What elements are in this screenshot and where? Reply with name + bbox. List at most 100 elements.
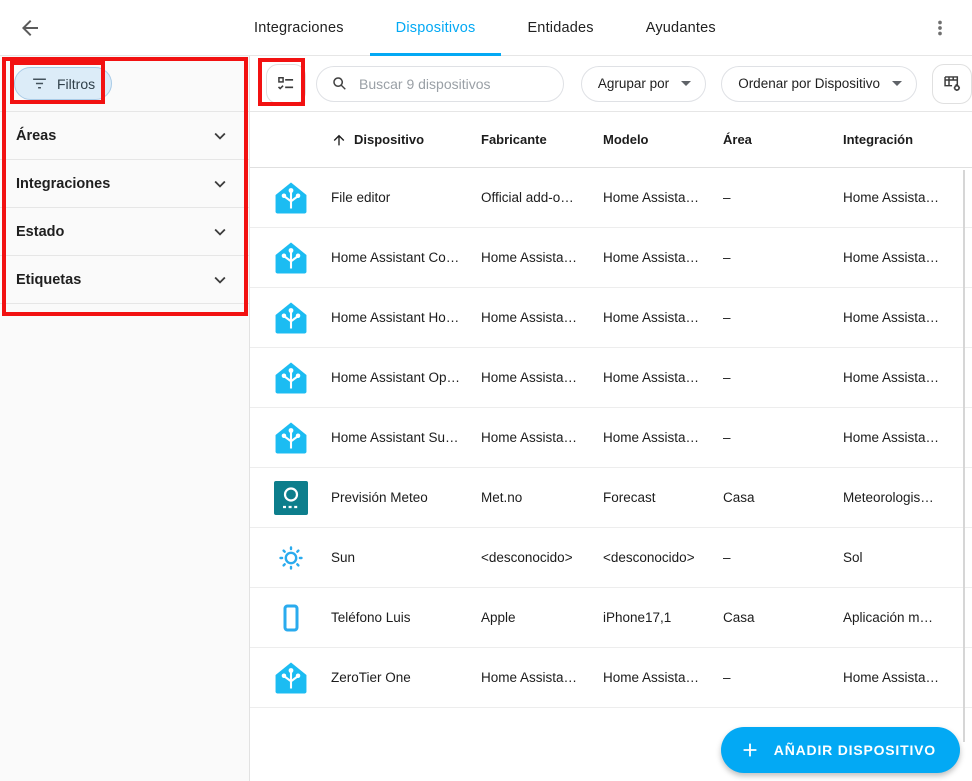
sidebar-section-integraciones[interactable]: Integraciones bbox=[0, 160, 249, 208]
toggle-filters-button[interactable] bbox=[266, 64, 306, 104]
sort-by-button[interactable]: Ordenar por Dispositivo bbox=[721, 66, 917, 102]
chevron-down-icon bbox=[209, 269, 231, 291]
filters-row: Filtros bbox=[0, 56, 249, 112]
sort-ascending-arrow-icon bbox=[331, 132, 347, 148]
device-integration: Meteorologis… bbox=[843, 490, 972, 505]
tab-dispositivos[interactable]: Dispositivos bbox=[370, 0, 502, 56]
device-manufacturer: Apple bbox=[481, 610, 603, 625]
section-label: Integraciones bbox=[16, 176, 110, 192]
device-manufacturer: Home Assista… bbox=[481, 310, 603, 325]
device-model: Home Assista… bbox=[603, 250, 723, 265]
device-integration: Home Assista… bbox=[843, 250, 972, 265]
dropdown-caret-icon bbox=[892, 81, 902, 86]
table-row[interactable]: File editor Official add-o… Home Assista… bbox=[250, 168, 972, 228]
search-icon bbox=[331, 75, 349, 93]
device-model: Forecast bbox=[603, 490, 723, 505]
device-manufacturer: Official add-o… bbox=[481, 190, 603, 205]
section-label: Etiquetas bbox=[16, 272, 81, 288]
device-area: – bbox=[723, 430, 843, 445]
overflow-menu-icon[interactable] bbox=[926, 14, 954, 42]
search-input[interactable] bbox=[359, 76, 551, 92]
device-integration: Home Assista… bbox=[843, 310, 972, 325]
list-checks-icon bbox=[276, 74, 296, 94]
table-row[interactable]: Previsión Meteo Met.no Forecast Casa Met… bbox=[250, 468, 972, 528]
device-model: Home Assista… bbox=[603, 670, 723, 685]
device-manufacturer: Home Assista… bbox=[481, 670, 603, 685]
column-header-dispositivo[interactable]: Dispositivo bbox=[331, 132, 481, 148]
device-name: File editor bbox=[331, 190, 481, 205]
home-assistant-icon bbox=[273, 180, 309, 216]
device-model: Home Assista… bbox=[603, 430, 723, 445]
tab-entidades[interactable]: Entidades bbox=[501, 0, 619, 56]
device-model: <desconocido> bbox=[603, 550, 723, 565]
device-integration: Home Assista… bbox=[843, 670, 972, 685]
column-header-fabricante[interactable]: Fabricante bbox=[481, 132, 603, 147]
device-name: Sun bbox=[331, 550, 481, 565]
device-integration: Home Assista… bbox=[843, 190, 972, 205]
device-integration: Home Assista… bbox=[843, 430, 972, 445]
filter-sidebar: Filtros Áreas Integraciones Estado Etiqu… bbox=[0, 56, 250, 781]
top-app-bar: Integraciones Dispositivos Entidades Ayu… bbox=[0, 0, 972, 56]
device-name: Home Assistant Op… bbox=[331, 370, 481, 385]
sidebar-section-estado[interactable]: Estado bbox=[0, 208, 249, 256]
device-name: Teléfono Luis bbox=[331, 610, 481, 625]
sun-icon bbox=[273, 540, 309, 576]
table-row[interactable]: Home Assistant Co… Home Assista… Home As… bbox=[250, 228, 972, 288]
home-assistant-icon bbox=[273, 660, 309, 696]
device-area: – bbox=[723, 250, 843, 265]
sidebar-section-etiquetas[interactable]: Etiquetas bbox=[0, 256, 249, 304]
home-assistant-icon bbox=[273, 360, 309, 396]
smartphone-icon bbox=[273, 600, 309, 636]
devices-toolbar: Agrupar por Ordenar por Dispositivo bbox=[250, 56, 972, 112]
device-name: Home Assistant Su… bbox=[331, 430, 481, 445]
column-header-integracion[interactable]: Integración bbox=[843, 132, 972, 147]
devices-panel: Agrupar por Ordenar por Dispositivo bbox=[250, 56, 972, 781]
tab-ayudantes[interactable]: Ayudantes bbox=[620, 0, 742, 56]
back-arrow-icon[interactable] bbox=[16, 14, 44, 42]
device-integration: Sol bbox=[843, 550, 972, 565]
device-integration: Aplicación m… bbox=[843, 610, 972, 625]
device-manufacturer: Home Assista… bbox=[481, 430, 603, 445]
device-name: Previsión Meteo bbox=[331, 490, 481, 505]
device-area: – bbox=[723, 310, 843, 325]
table-row[interactable]: Teléfono Luis Apple iPhone17,1 Casa Apli… bbox=[250, 588, 972, 648]
sidebar-section-areas[interactable]: Áreas bbox=[0, 112, 249, 160]
section-label: Áreas bbox=[16, 128, 56, 144]
plus-icon bbox=[739, 739, 761, 761]
table-row[interactable]: Sun <desconocido> <desconocido> – Sol bbox=[250, 528, 972, 588]
filters-button-label: Filtros bbox=[57, 76, 95, 92]
device-model: iPhone17,1 bbox=[603, 610, 723, 625]
column-header-modelo[interactable]: Modelo bbox=[603, 132, 723, 147]
table-row[interactable]: Home Assistant Ho… Home Assista… Home As… bbox=[250, 288, 972, 348]
device-area: Casa bbox=[723, 490, 843, 505]
device-manufacturer: Home Assista… bbox=[481, 370, 603, 385]
device-area: – bbox=[723, 190, 843, 205]
filters-button[interactable]: Filtros bbox=[14, 67, 112, 100]
tab-bar: Integraciones Dispositivos Entidades Ayu… bbox=[228, 0, 742, 56]
add-device-button[interactable]: AÑADIR DISPOSITIVO bbox=[721, 727, 960, 773]
device-model: Home Assista… bbox=[603, 190, 723, 205]
filter-variant-icon bbox=[31, 75, 48, 92]
column-settings-button[interactable] bbox=[932, 64, 972, 104]
group-by-label: Agrupar por bbox=[598, 76, 669, 91]
group-by-button[interactable]: Agrupar por bbox=[581, 66, 706, 102]
table-row[interactable]: ZeroTier One Home Assista… Home Assista…… bbox=[250, 648, 972, 708]
device-name: ZeroTier One bbox=[331, 670, 481, 685]
column-header-area[interactable]: Área bbox=[723, 132, 843, 147]
device-manufacturer: Home Assista… bbox=[481, 250, 603, 265]
device-manufacturer: Met.no bbox=[481, 490, 603, 505]
device-manufacturer: <desconocido> bbox=[481, 550, 603, 565]
table-header: Dispositivo Fabricante Modelo Área Integ… bbox=[250, 112, 972, 168]
device-model: Home Assista… bbox=[603, 310, 723, 325]
home-assistant-icon bbox=[273, 240, 309, 276]
vertical-scrollbar[interactable] bbox=[963, 170, 965, 742]
device-name: Home Assistant Ho… bbox=[331, 310, 481, 325]
device-area: – bbox=[723, 670, 843, 685]
sort-by-label: Ordenar por Dispositivo bbox=[738, 76, 880, 91]
home-assistant-icon bbox=[273, 420, 309, 456]
table-row[interactable]: Home Assistant Su… Home Assista… Home As… bbox=[250, 408, 972, 468]
device-model: Home Assista… bbox=[603, 370, 723, 385]
table-row[interactable]: Home Assistant Op… Home Assista… Home As… bbox=[250, 348, 972, 408]
section-label: Estado bbox=[16, 224, 64, 240]
tab-integraciones[interactable]: Integraciones bbox=[228, 0, 370, 56]
